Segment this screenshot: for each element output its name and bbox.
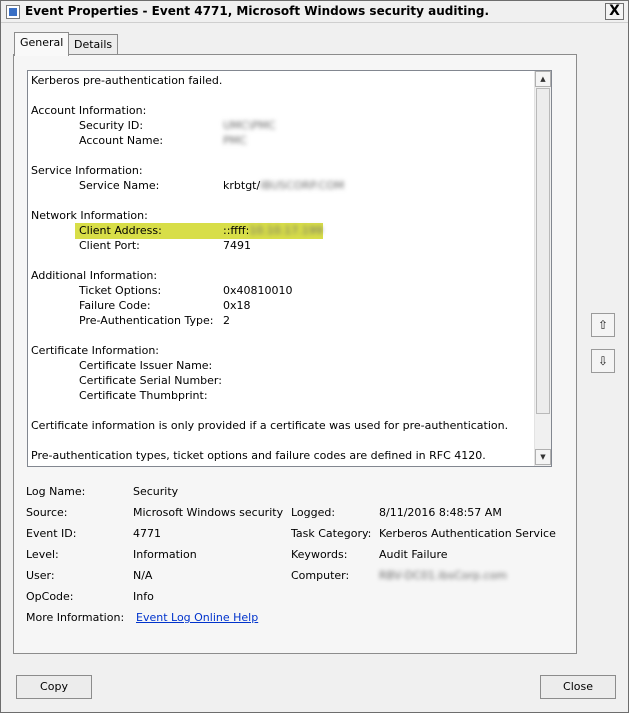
next-event-button[interactable]: ⇩ (591, 349, 615, 373)
failure-code-label: Failure Code: (79, 299, 151, 312)
logged-value: 8/11/2016 8:48:57 AM (379, 506, 502, 519)
service-name-blurred: IBUSCORP.COM (260, 179, 345, 192)
certificate-serial-label: Certificate Serial Number: (79, 374, 222, 387)
arrow-up-icon: ⇧ (597, 318, 609, 332)
certificate-note: Certificate information is only provided… (31, 419, 509, 432)
copy-button[interactable]: Copy (16, 675, 92, 699)
preauth-type-label: Pre-Authentication Type: (79, 314, 214, 327)
certificate-thumbprint-label: Certificate Thumbprint: (79, 389, 208, 402)
description-scrollbar[interactable]: ▲ ▼ (534, 71, 551, 466)
task-category-value: Kerberos Authentication Service (379, 527, 556, 540)
tab-details[interactable]: Details (68, 34, 119, 56)
title-bar[interactable]: Event Properties - Event 4771, Microsoft… (1, 1, 628, 23)
arrow-down-icon: ⇩ (597, 354, 609, 368)
opcode-value: Info (133, 590, 154, 603)
client-address-label: Client Address: (79, 224, 162, 237)
logged-label: Logged: (291, 506, 336, 519)
tab-general[interactable]: General (14, 32, 70, 56)
security-id-value: UMC\PMC (223, 119, 276, 132)
event-id-label: Event ID: (26, 527, 77, 540)
client-port-value: 7491 (223, 239, 251, 252)
rfc-note: Pre-authentication types, ticket options… (31, 449, 486, 462)
task-category-label: Task Category: (291, 527, 372, 540)
log-name-label: Log Name: (26, 485, 86, 498)
event-id-value: 4771 (133, 527, 161, 540)
log-name-value: Security (133, 485, 179, 498)
keywords-value: Audit Failure (379, 548, 448, 561)
close-button[interactable]: Close (540, 675, 616, 699)
failure-code-value: 0x18 (223, 299, 251, 312)
additional-info-header: Additional Information: (31, 269, 158, 282)
ticket-options-value: 0x40810010 (223, 284, 293, 297)
certificate-issuer-label: Certificate Issuer Name: (79, 359, 213, 372)
service-name-label: Service Name: (79, 179, 160, 192)
event-properties-window: Event Properties - Event 4771, Microsoft… (0, 0, 629, 713)
preauth-type-value: 2 (223, 314, 230, 327)
level-label: Level: (26, 548, 59, 561)
network-info-header: Network Information: (31, 209, 148, 222)
description-text: Kerberos pre-authentication failed. Acco… (31, 73, 531, 463)
scroll-down-icon[interactable]: ▼ (535, 449, 551, 465)
service-name-value: krbtgt/IBUSCORP.COM (223, 179, 345, 192)
client-address-value: ::ffff:10.10.17.199 (223, 224, 323, 237)
source-value: Microsoft Windows security (133, 506, 284, 519)
account-name-label: Account Name: (79, 134, 164, 147)
source-label: Source: (26, 506, 68, 519)
level-value: Information (133, 548, 197, 561)
client-address-blurred: 10.10.17.199 (249, 224, 323, 237)
previous-event-button[interactable]: ⇧ (591, 313, 615, 337)
event-description-box[interactable]: Kerberos pre-authentication failed. Acco… (27, 70, 552, 467)
close-window-button[interactable]: X (605, 3, 624, 20)
account-name-value: PMC (223, 134, 247, 147)
event-log-online-help-link[interactable]: Event Log Online Help (136, 611, 258, 624)
account-info-header: Account Information: (31, 104, 147, 117)
more-info-label: More Information: (26, 611, 125, 624)
computer-label: Computer: (291, 569, 350, 582)
service-info-header: Service Information: (31, 164, 143, 177)
security-id-label: Security ID: (79, 119, 144, 132)
keywords-label: Keywords: (291, 548, 348, 561)
user-value: N/A (133, 569, 153, 582)
ticket-options-label: Ticket Options: (79, 284, 162, 297)
opcode-label: OpCode: (26, 590, 74, 603)
window-title: Event Properties - Event 4771, Microsoft… (25, 4, 490, 18)
scrollbar-thumb[interactable] (536, 88, 550, 414)
certificate-info-header: Certificate Information: (31, 344, 160, 357)
event-viewer-icon (6, 5, 20, 19)
scroll-up-icon[interactable]: ▲ (535, 71, 551, 87)
user-label: User: (26, 569, 55, 582)
summary-line: Kerberos pre-authentication failed. (31, 74, 223, 87)
computer-value: RBV-DC01.ibsCorp.com (379, 569, 508, 582)
client-port-label: Client Port: (79, 239, 140, 252)
